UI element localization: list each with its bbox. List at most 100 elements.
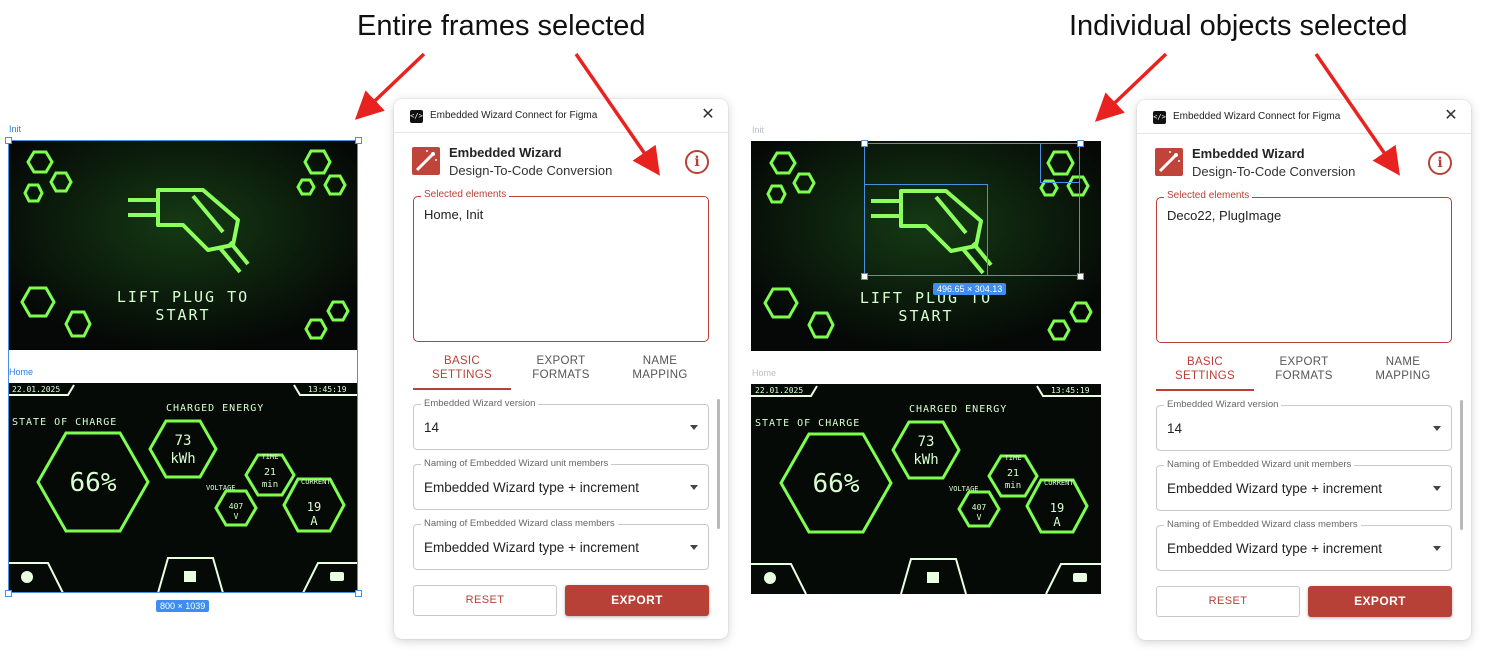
- version-value: 14: [424, 420, 440, 435]
- scrollbar[interactable]: [717, 399, 720, 529]
- brand-subtitle: Design-To-Code Conversion: [449, 163, 613, 178]
- tab-label-line1: NAME: [1385, 356, 1421, 368]
- resize-handle[interactable]: [355, 137, 362, 144]
- plugin-icon: </>: [410, 110, 423, 123]
- unit-members-select[interactable]: Naming of Embedded Wizard unit members E…: [413, 458, 709, 510]
- unit-members-value: Embedded Wizard type + increment: [424, 480, 639, 495]
- plugin-panel-left: </> Embedded Wizard Connect for Figma ✕ …: [394, 99, 728, 639]
- frame-label-init[interactable]: Init: [9, 124, 21, 134]
- reset-button[interactable]: RESET: [413, 585, 557, 616]
- tab-label-line2: MAPPING: [1375, 370, 1431, 382]
- tab-label-line2: FORMATS: [1275, 370, 1333, 382]
- panel-header: </> Embedded Wizard Connect for Figma ✕: [394, 99, 728, 133]
- unit-members-label: Naming of Embedded Wizard unit members: [421, 458, 612, 469]
- scrollbar[interactable]: [1460, 400, 1463, 530]
- time-unit: min: [1005, 481, 1021, 491]
- reset-button[interactable]: RESET: [1156, 586, 1300, 617]
- tab-label-line2: SETTINGS: [432, 369, 492, 381]
- resize-handle[interactable]: [355, 590, 362, 597]
- resize-handle[interactable]: [861, 273, 868, 280]
- home-date: 22.01.2025: [755, 386, 803, 395]
- energy-unit: kWh: [913, 452, 938, 468]
- voltage-unit: V: [977, 513, 982, 522]
- tab-label-line2: FORMATS: [532, 369, 590, 381]
- selected-elements-value: Home, Init: [424, 207, 484, 222]
- time-value: 21: [1007, 468, 1019, 479]
- tab-basic-settings[interactable]: BASIC SETTINGS: [1156, 355, 1254, 391]
- selected-elements-label: Selected elements: [1164, 190, 1253, 201]
- tab-bar: BASIC SETTINGS EXPORT FORMATS NAME MAPPI…: [1156, 355, 1452, 391]
- tab-label-line1: BASIC: [443, 355, 480, 367]
- heading-entire-frames: Entire frames selected: [357, 10, 646, 42]
- resize-handle[interactable]: [1077, 273, 1084, 280]
- selected-elements-field[interactable]: Selected elements Deco22, PlugImage: [1156, 190, 1452, 343]
- soc-label: STATE OF CHARGE: [755, 418, 860, 429]
- export-button[interactable]: EXPORT: [1308, 586, 1452, 617]
- tab-label-line2: SETTINGS: [1175, 370, 1235, 382]
- info-icon[interactable]: i: [1428, 151, 1452, 175]
- resize-handle[interactable]: [5, 590, 12, 597]
- info-icon[interactable]: i: [685, 150, 709, 174]
- info-icon: [764, 572, 776, 584]
- current-unit: A: [1053, 515, 1061, 529]
- tab-label-line1: EXPORT: [536, 355, 586, 367]
- class-members-select[interactable]: Naming of Embedded Wizard class members …: [1156, 519, 1452, 571]
- class-members-value: Embedded Wizard type + increment: [424, 540, 639, 555]
- tab-export-formats[interactable]: EXPORT FORMATS: [1255, 355, 1353, 391]
- energy-label: CHARGED ENERGY: [909, 404, 1007, 415]
- plugin-title: Embedded Wizard Connect for Figma: [430, 110, 598, 121]
- resize-handle[interactable]: [5, 137, 12, 144]
- frames-selection-outline: [8, 140, 358, 593]
- unit-members-value: Embedded Wizard type + increment: [1167, 481, 1382, 496]
- close-icon[interactable]: ✕: [698, 105, 718, 125]
- current-value: 19: [1050, 501, 1064, 515]
- close-icon[interactable]: ✕: [1441, 106, 1461, 126]
- frame-label-home[interactable]: Home: [752, 368, 776, 378]
- brand-title: Embedded Wizard: [1192, 146, 1305, 161]
- class-members-value: Embedded Wizard type + increment: [1167, 541, 1382, 556]
- embedded-wizard-logo: [412, 147, 440, 175]
- frame-label-init[interactable]: Init: [752, 125, 764, 135]
- version-select[interactable]: Embedded Wizard version 14: [1156, 399, 1452, 451]
- soc-value: 66%: [813, 469, 860, 499]
- tab-label-line1: EXPORT: [1279, 356, 1329, 368]
- panel-header: </> Embedded Wizard Connect for Figma ✕: [1137, 100, 1471, 134]
- version-select[interactable]: Embedded Wizard version 14: [413, 398, 709, 450]
- embedded-wizard-logo: [1155, 148, 1183, 176]
- class-members-select[interactable]: Naming of Embedded Wizard class members …: [413, 518, 709, 570]
- tab-export-formats[interactable]: EXPORT FORMATS: [512, 354, 610, 390]
- energy-value: 73: [918, 434, 935, 450]
- plugimage-bounds[interactable]: [864, 184, 988, 276]
- home-frame[interactable]: 22.01.2025 13:45:19 STATE OF CHARGE CHAR…: [751, 384, 1101, 594]
- voltage-value: 407: [972, 503, 987, 512]
- home-time: 13:45:19: [1051, 386, 1090, 395]
- class-members-label: Naming of Embedded Wizard class members: [421, 518, 618, 529]
- export-button[interactable]: EXPORT: [565, 585, 709, 616]
- tab-label-line2: MAPPING: [632, 369, 688, 381]
- voltage-label: VOLTAGE: [949, 485, 979, 493]
- resize-handle[interactable]: [861, 140, 868, 147]
- current-label: CURRENT: [1044, 479, 1074, 487]
- deco22-bounds[interactable]: [1040, 143, 1080, 183]
- resize-handle[interactable]: [1077, 140, 1084, 147]
- unit-members-label: Naming of Embedded Wizard unit members: [1164, 459, 1355, 470]
- chart-icon: [927, 572, 939, 583]
- chevron-down-icon: [690, 485, 698, 490]
- selected-elements-label: Selected elements: [421, 189, 510, 200]
- class-members-label: Naming of Embedded Wizard class members: [1164, 519, 1361, 530]
- plugin-title: Embedded Wizard Connect for Figma: [1173, 111, 1341, 122]
- tab-name-mapping[interactable]: NAME MAPPING: [611, 354, 709, 390]
- dimension-badge: 800 × 1039: [156, 600, 210, 612]
- selected-elements-field[interactable]: Selected elements Home, Init: [413, 189, 709, 342]
- version-label: Embedded Wizard version: [1164, 399, 1282, 410]
- time-label: TIME: [1005, 454, 1022, 462]
- tab-label-line1: NAME: [642, 355, 678, 367]
- init-line2: START: [898, 307, 953, 325]
- chevron-down-icon: [690, 545, 698, 550]
- tab-label-line1: BASIC: [1186, 356, 1223, 368]
- unit-members-select[interactable]: Naming of Embedded Wizard unit members E…: [1156, 459, 1452, 511]
- tab-name-mapping[interactable]: NAME MAPPING: [1354, 355, 1452, 391]
- plugin-panel-right: </> Embedded Wizard Connect for Figma ✕ …: [1137, 100, 1471, 640]
- selected-elements-value: Deco22, PlugImage: [1167, 208, 1282, 223]
- tab-basic-settings[interactable]: BASIC SETTINGS: [413, 354, 511, 390]
